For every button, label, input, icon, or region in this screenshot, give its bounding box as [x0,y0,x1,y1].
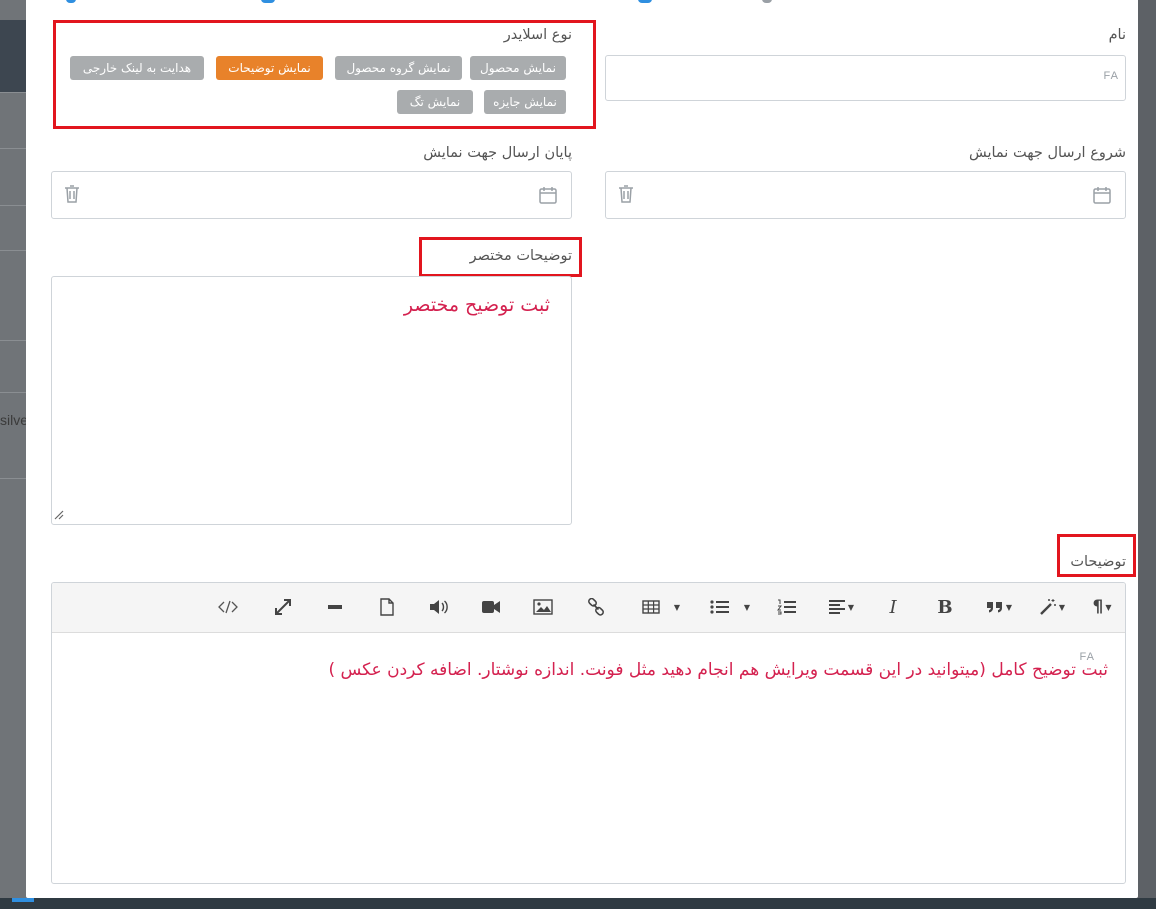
backdrop-bottom-bar [0,898,1156,909]
start-date-input[interactable] [605,171,1126,219]
name-input[interactable]: FA [605,55,1126,101]
slider-edit-modal: نام FA نوع اسلایدر نمایش محصول نمایش گرو… [26,0,1138,898]
description-annotation: ثبت توضیح کامل (میتوانید در این قسمت ویر… [328,660,1108,680]
trash-icon[interactable] [618,185,634,207]
short-description-annotation: ثبت توضیح مختصر [403,294,550,316]
end-date-label: پایان ارسال جهت نمایش [423,145,572,161]
ordered-list-icon[interactable] [774,595,800,619]
backdrop-header [0,20,26,92]
annotation-box-slider-type [53,20,596,129]
start-date-label: شروع ارسال جهت نمایش [968,145,1126,161]
modal-top-cutoff [26,0,1138,6]
quote-icon[interactable]: ▼ [980,595,1018,619]
magic-wand-icon[interactable]: ▼ [1034,595,1070,619]
resize-handle-icon[interactable] [54,505,64,524]
calendar-icon[interactable] [539,186,557,208]
audio-icon[interactable] [426,595,452,619]
horizontal-rule-icon[interactable] [322,595,348,619]
bold-icon[interactable]: B [932,595,958,619]
calendar-icon[interactable] [1093,186,1111,208]
name-label: نام [1108,27,1126,43]
annotation-box-short-description [419,237,582,277]
code-view-icon[interactable] [215,595,241,619]
file-icon[interactable] [374,595,400,619]
trash-icon[interactable] [64,185,80,207]
italic-icon[interactable]: I [880,595,906,619]
name-lang-tag: FA [1103,70,1119,82]
paragraph-icon[interactable]: ¶ ▼ [1086,595,1118,619]
rich-text-editor: ▼ ▼ ▼ I B ▼ ▼ ¶ ▼ FA [51,582,1126,884]
unordered-list-icon[interactable]: ▼ [705,595,755,619]
image-icon[interactable] [530,595,556,619]
link-icon[interactable] [583,595,609,619]
video-icon[interactable] [478,595,504,619]
align-icon[interactable]: ▼ [822,595,860,619]
annotation-box-description [1057,534,1136,577]
editor-toolbar: ▼ ▼ ▼ I B ▼ ▼ ¶ ▼ [52,583,1125,633]
end-date-input[interactable] [51,171,572,219]
page-backdrop: silve [0,0,29,909]
backdrop-partial-text: silve [0,412,29,428]
table-icon[interactable]: ▼ [637,595,685,619]
fullscreen-icon[interactable] [270,595,296,619]
